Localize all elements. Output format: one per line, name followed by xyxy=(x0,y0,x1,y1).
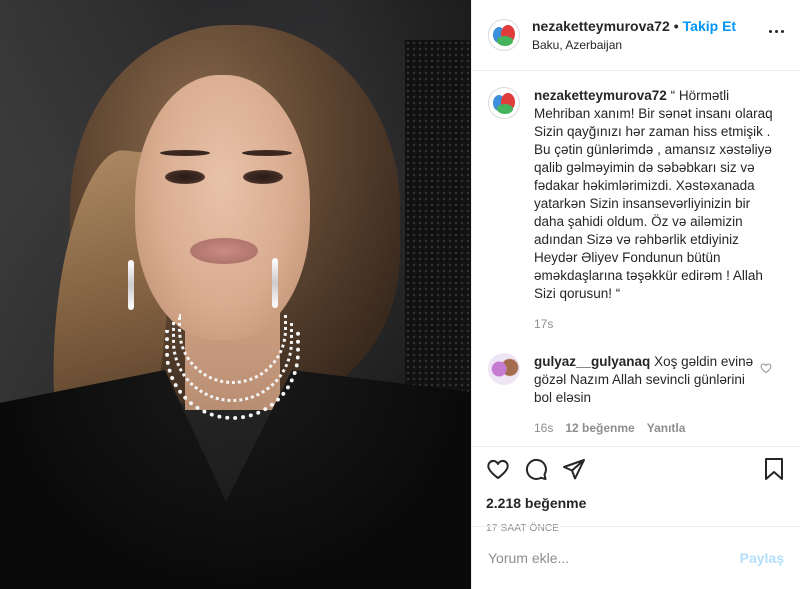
comments-list[interactable]: nezaketteymurova72 “ Hörmətli Mehriban x… xyxy=(472,71,800,446)
post-side-panel: nezaketteymurova72 • Takip Et Baku, Azerba… xyxy=(471,0,800,589)
comment-item: gulyaz__gulyanaq Xoş gəldin evinə gözəl … xyxy=(488,353,784,407)
photo-brow-right xyxy=(242,150,292,156)
more-icon[interactable] xyxy=(769,30,784,33)
photo-lips xyxy=(190,238,258,264)
caption-body: “ Hörmətli Mehriban xanım! Bir sənət ins… xyxy=(534,88,773,301)
caption-text: nezaketteymurova72 “ Hörmətli Mehriban x… xyxy=(534,87,782,303)
commenter-username[interactable]: gulyaz__gulyanaq xyxy=(534,354,650,369)
photo-earring-left xyxy=(128,260,134,310)
photo-brow-left xyxy=(160,150,210,156)
caption: nezaketteymurova72 “ Hörmətli Mehriban x… xyxy=(488,87,784,303)
comment-meta: 16s 12 beğenme Yanıtla xyxy=(534,421,784,435)
post-location[interactable]: Baku, Azerbaijan xyxy=(532,38,736,52)
photo-eye-left xyxy=(165,170,205,184)
heart-icon[interactable] xyxy=(486,457,510,486)
commenter-avatar[interactable] xyxy=(488,353,520,385)
save-icon[interactable] xyxy=(762,457,786,486)
caption-time: 17s xyxy=(534,317,554,331)
author-meta: nezaketteymurova72 • Takip Et Baku, Azerba… xyxy=(532,18,736,52)
author-avatar[interactable] xyxy=(488,87,520,119)
like-count[interactable]: 2.218 beğenme xyxy=(486,495,786,511)
follow-button[interactable]: Takip Et xyxy=(683,18,736,34)
author-avatar[interactable] xyxy=(488,19,520,51)
reply-button[interactable]: Yanıtla xyxy=(647,421,686,435)
comment-heart-icon[interactable] xyxy=(760,361,772,379)
share-icon[interactable] xyxy=(562,457,586,486)
photo-face xyxy=(135,75,310,340)
comment-time: 16s xyxy=(534,421,554,435)
post-comment-button[interactable]: Paylaş xyxy=(740,550,784,566)
author-username[interactable]: nezaketteymurova72 xyxy=(532,18,670,34)
photo-eye-right xyxy=(243,170,283,184)
comment-input[interactable] xyxy=(488,550,740,566)
post-header: nezaketteymurova72 • Takip Et Baku, Azerba… xyxy=(472,0,800,71)
caption-username[interactable]: nezaketteymurova72 xyxy=(534,88,667,103)
post-photo[interactable] xyxy=(0,0,471,589)
action-icons xyxy=(486,455,786,487)
comment-likes[interactable]: 12 beğenme xyxy=(565,421,634,435)
add-comment-bar: Paylaş xyxy=(472,526,800,589)
sequin-curtain xyxy=(405,40,471,400)
separator-dot: • xyxy=(673,18,679,34)
photo-earring-right xyxy=(272,258,278,308)
comment-text: gulyaz__gulyanaq Xoş gəldin evinə gözəl … xyxy=(534,353,759,407)
comment-icon[interactable] xyxy=(524,457,548,486)
